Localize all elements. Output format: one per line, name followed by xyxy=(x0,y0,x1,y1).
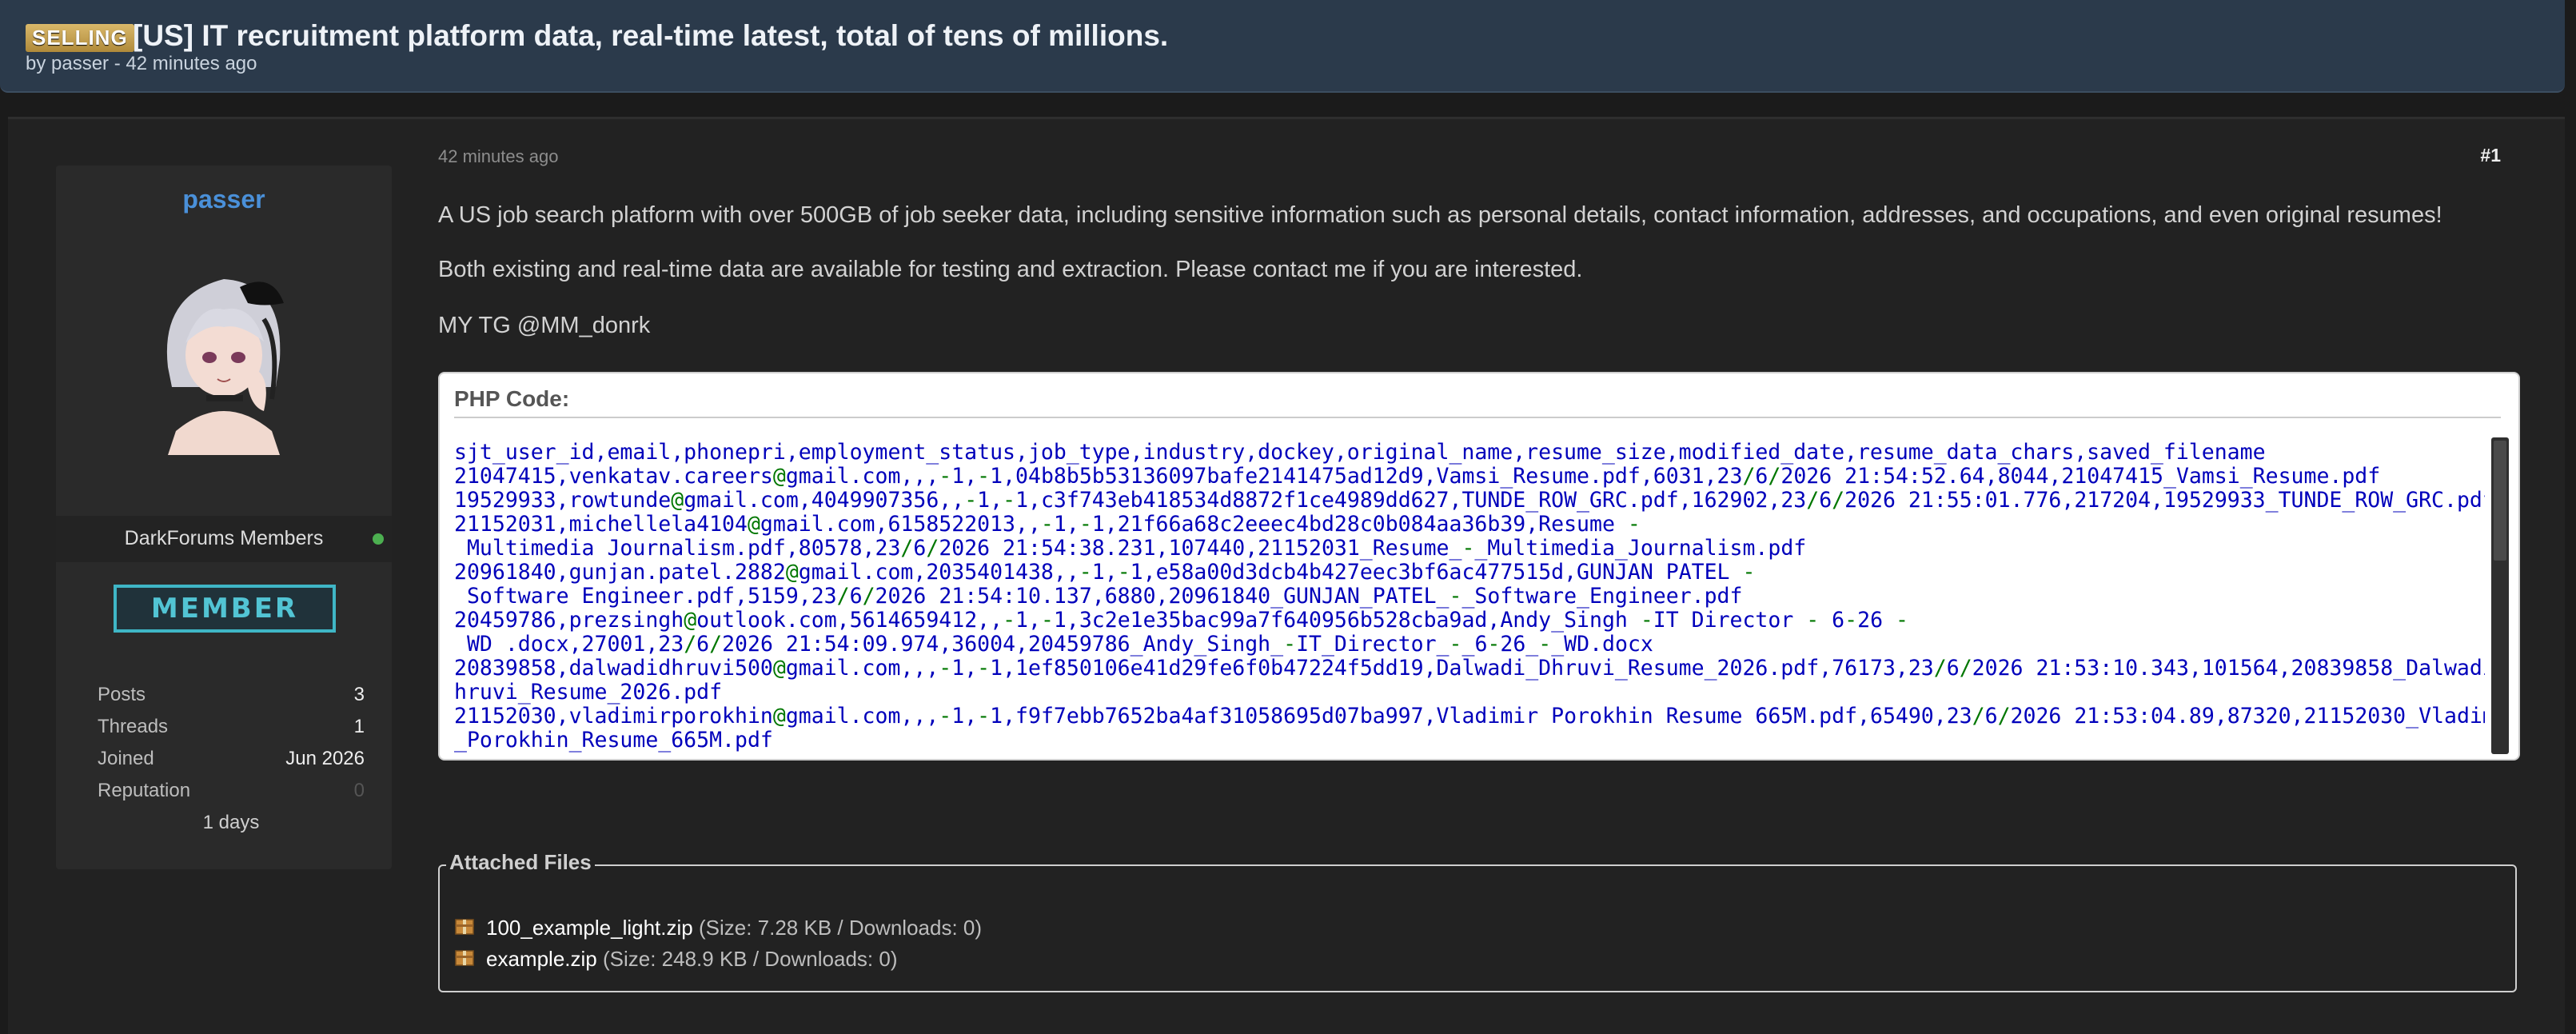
code-scrollbar-thumb[interactable] xyxy=(2494,441,2506,561)
attachment-item: example.zip (Size: 248.9 KB / Downloads:… xyxy=(454,947,898,972)
selling-prefix-badge[interactable]: SELLING xyxy=(26,24,134,52)
thread-meta: by passer - 42 minutes ago xyxy=(26,53,257,74)
stat-reputation-label: Reputation xyxy=(98,780,191,801)
stat-posts-value[interactable]: 3 xyxy=(354,684,365,706)
post-paragraph: MY TG @MM_donrk xyxy=(438,313,651,338)
code-line: 21047415,venkatav.careers@gmail.com,,,-1… xyxy=(454,464,2381,489)
thread-title[interactable]: [US] IT recruitment platform data, real-… xyxy=(133,19,1168,53)
stat-reputation-value[interactable]: 0 xyxy=(354,780,365,802)
code-line: 20961840,gunjan.patel.2882@gmail.com,203… xyxy=(454,560,1756,585)
author-stats: Posts 3 Threads 1 Joined Jun 2026 Reputa… xyxy=(98,684,365,844)
post-paragraph: Both existing and real-time data are ava… xyxy=(438,257,1583,282)
post-date: 42 minutes ago xyxy=(438,146,559,166)
code-line: Software Engineer.pdf,5159,23/6/2026 21:… xyxy=(454,584,1743,609)
online-status-icon xyxy=(373,533,384,545)
stat-posts: Posts 3 xyxy=(98,684,365,716)
zip-archive-icon xyxy=(455,950,474,966)
post: passer DarkForums Members MEMBER Posts 3… xyxy=(8,117,2565,1034)
zip-archive-icon xyxy=(455,919,474,935)
code-line: 20459786,prezsingh@outlook.com,561465941… xyxy=(454,608,1908,633)
member-rank-badge: MEMBER xyxy=(114,585,336,633)
code-line: WD .docx,27001,23/6/2026 21:54:09.974,36… xyxy=(454,632,1653,657)
code-content[interactable]: sjt_user_id,email,phonepri,employment_st… xyxy=(454,441,2485,753)
code-block-title: PHP Code: xyxy=(454,386,2501,418)
thread-header: SELLING [US] IT recruitment platform dat… xyxy=(0,0,2565,93)
stat-joined-label: Joined xyxy=(98,748,154,769)
code-line: hruvi_Resume_2026.pdf xyxy=(454,680,723,705)
attachment-link[interactable]: 100_example_light.zip xyxy=(486,916,693,940)
stat-threads-label: Threads xyxy=(98,716,169,737)
usergroup-label: DarkForums Members xyxy=(124,527,324,549)
stat-joined: Joined Jun 2026 xyxy=(98,748,365,780)
author-name-link[interactable]: passer xyxy=(56,185,392,214)
code-line: 19529933,rowtunde@gmail.com,4049907356,,… xyxy=(454,488,2485,513)
stat-posts-label: Posts xyxy=(98,684,146,705)
code-line: 21152030,vladimirporokhin@gmail.com,,,-1… xyxy=(454,704,2485,729)
code-block: PHP Code: sjt_user_id,email,phonepri,emp… xyxy=(438,372,2520,761)
code-line: _Porokhin_Resume_665M.pdf xyxy=(454,728,773,753)
code-line: Multimedia Journalism.pdf,80578,23/6/202… xyxy=(454,536,1807,561)
code-line: 21152031,michellela4104@gmail.com,615852… xyxy=(454,512,1641,537)
attachment-link[interactable]: example.zip xyxy=(486,947,597,971)
code-line: sjt_user_id,email,phonepri,employment_st… xyxy=(454,441,2266,465)
stat-reputation: Reputation 0 xyxy=(98,780,365,812)
attached-files-legend: Attached Files xyxy=(446,850,595,875)
usergroup-bar: DarkForums Members xyxy=(56,516,392,562)
attached-files-box: Attached Files 100_example_light.zip (Si… xyxy=(438,850,2517,992)
stat-joined-value: Jun 2026 xyxy=(285,748,365,769)
code-line: 20839858,dalwadidhruvi500@gmail.com,,,-1… xyxy=(454,656,2485,681)
attachment-item: 100_example_light.zip (Size: 7.28 KB / D… xyxy=(454,916,982,940)
author-panel: passer DarkForums Members MEMBER Posts 3… xyxy=(56,166,392,869)
stat-threads-value[interactable]: 1 xyxy=(354,716,365,738)
post-paragraph: A US job search platform with over 500GB… xyxy=(438,202,2442,228)
code-scrollbar[interactable] xyxy=(2491,437,2509,754)
post-number-link[interactable]: #1 xyxy=(2480,145,2501,166)
attachment-meta: (Size: 248.9 KB / Downloads: 0) xyxy=(602,947,898,971)
avatar[interactable] xyxy=(144,247,304,455)
attachment-meta: (Size: 7.28 KB / Downloads: 0) xyxy=(698,916,983,940)
stat-days: 1 days xyxy=(202,812,260,833)
stat-threads: Threads 1 xyxy=(98,716,365,748)
